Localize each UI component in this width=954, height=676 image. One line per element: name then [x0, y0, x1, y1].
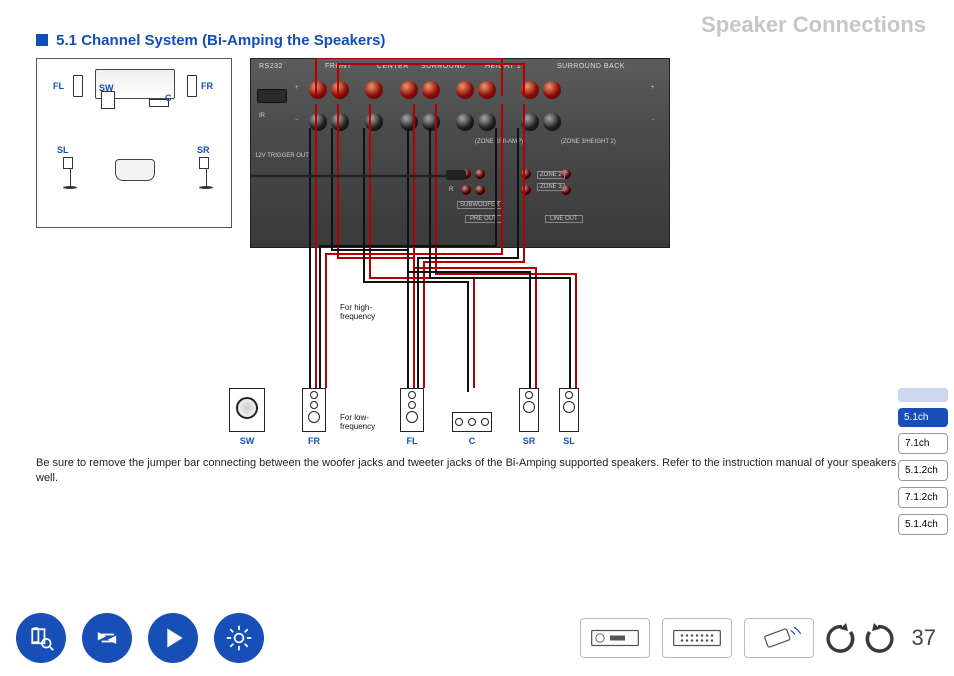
fr-label: FR — [201, 81, 213, 91]
c-lbl: C — [450, 436, 494, 446]
zone2-biamp-label: (ZONE 2/BI-AMP) — [475, 139, 523, 145]
sr-speaker: SR — [512, 388, 546, 446]
cables-button[interactable] — [82, 613, 132, 663]
channel-tabs: 5.1ch 7.1ch 5.1.2ch 7.1.2ch 5.1.4ch — [898, 388, 948, 541]
lineout-label: LINE OUT — [545, 215, 583, 223]
surround-group-label: SURROUND — [421, 63, 465, 70]
sl-speaker: SL — [552, 388, 586, 446]
body-paragraph: Be sure to remove the jumper bar connect… — [36, 456, 926, 487]
remote-button[interactable] — [744, 618, 814, 658]
manual-search-icon — [27, 624, 55, 652]
rear-panel-button[interactable] — [662, 618, 732, 658]
wiring-diagram: RS232 FRONT CENTER SURROUND HEIGHT 1 SUR… — [250, 58, 670, 448]
sl-lbl: SL — [552, 436, 586, 446]
front-panel-button[interactable] — [580, 618, 650, 658]
manual-search-button[interactable] — [16, 613, 66, 663]
prev-page-button[interactable] — [822, 621, 856, 655]
plus-label-1: + — [295, 85, 299, 91]
sl-speaker-icon — [63, 157, 77, 189]
tab-7-1ch[interactable]: 7.1ch — [898, 433, 948, 454]
fl-speaker: FL — [392, 388, 432, 446]
fr-speaker: FR — [294, 388, 334, 446]
rca-jack — [475, 169, 485, 179]
section-title: 5.1 Channel System (Bi-Amping the Speake… — [36, 32, 385, 49]
sl-label: SL — [57, 145, 69, 155]
minus-label-2: − — [651, 117, 655, 123]
back-arrow-icon — [822, 621, 856, 655]
section-bullet-icon — [36, 34, 48, 46]
c-speaker: C — [450, 388, 494, 446]
sw-speaker: SW — [224, 388, 270, 446]
play-button[interactable] — [148, 613, 198, 663]
binding-posts-negative — [307, 113, 563, 135]
settings-icon — [225, 624, 253, 652]
rs232-label: RS232 — [259, 63, 283, 70]
sofa-icon — [115, 159, 155, 181]
sw-speaker-icon — [101, 91, 115, 109]
rear-panel-icon — [672, 624, 722, 652]
sr-speaker-icon — [199, 157, 213, 189]
low-freq-note: For low- frequency — [340, 414, 375, 432]
height1-group-label: HEIGHT 1 — [485, 63, 521, 70]
binding-posts-positive — [307, 81, 563, 103]
settings-button[interactable] — [214, 613, 264, 663]
fl-label: FL — [53, 81, 64, 91]
rca-jack — [475, 185, 485, 195]
tab-7-1-2ch[interactable]: 7.1.2ch — [898, 487, 948, 508]
center-group-label: CENTER — [377, 63, 409, 70]
rca-jack — [521, 169, 531, 179]
forward-arrow-icon — [864, 621, 898, 655]
next-page-button[interactable] — [864, 621, 898, 655]
fl-speaker-icon — [73, 75, 83, 97]
zone2-label: ZONE 2 — [537, 171, 565, 179]
room-layout-diagram: FL FR SW C SL SR — [36, 58, 232, 228]
fl-lbl: FL — [392, 436, 432, 446]
ir-label: IR — [259, 113, 265, 119]
play-icon — [159, 624, 187, 652]
trigger-label: 12V TRIGGER OUT — [255, 153, 309, 159]
tab-5-1-2ch[interactable]: 5.1.2ch — [898, 460, 948, 481]
sub-label: SUBWOOFER — [457, 201, 502, 209]
tab-5-1-4ch[interactable]: 5.1.4ch — [898, 514, 948, 535]
rca-jack — [461, 169, 471, 179]
zone3-h2-label: (ZONE 3/HEIGHT 2) — [561, 139, 616, 145]
sr-lbl: SR — [512, 436, 546, 446]
tab-5-1ch[interactable]: 5.1ch — [898, 408, 948, 427]
bottom-nav: 37 — [0, 608, 954, 668]
sw-label: SW — [99, 83, 114, 93]
rca-jack — [521, 185, 531, 195]
l-label: L — [449, 171, 452, 177]
amp-rear-panel: RS232 FRONT CENTER SURROUND HEIGHT 1 SUR… — [250, 58, 670, 248]
cables-icon — [93, 624, 121, 652]
sw-lbl: SW — [224, 436, 270, 446]
surrback-group-label: SURROUND BACK — [557, 63, 625, 70]
page-number: 37 — [912, 625, 936, 651]
c-label: C — [165, 93, 172, 103]
high-freq-note: For high- frequency — [340, 304, 375, 322]
fr-lbl: FR — [294, 436, 334, 446]
fr-speaker-icon — [187, 75, 197, 97]
front-panel-icon — [590, 624, 640, 652]
front-group-label: FRONT — [325, 63, 352, 70]
section-title-text: 5.1 Channel System (Bi-Amping the Speake… — [56, 32, 385, 49]
plus-label-2: + — [651, 85, 655, 91]
remote-icon — [754, 624, 804, 652]
rs232-port-icon — [257, 89, 287, 103]
preout-label: PRE OUT — [465, 215, 502, 223]
rca-jack — [461, 185, 471, 195]
tab-spacer — [898, 388, 948, 402]
zone3-label: ZONE 3 — [537, 183, 565, 191]
page-header-title: Speaker Connections — [701, 12, 926, 38]
r-label: R — [449, 187, 453, 193]
sr-label: SR — [197, 145, 210, 155]
minus-label-1: − — [295, 117, 299, 123]
